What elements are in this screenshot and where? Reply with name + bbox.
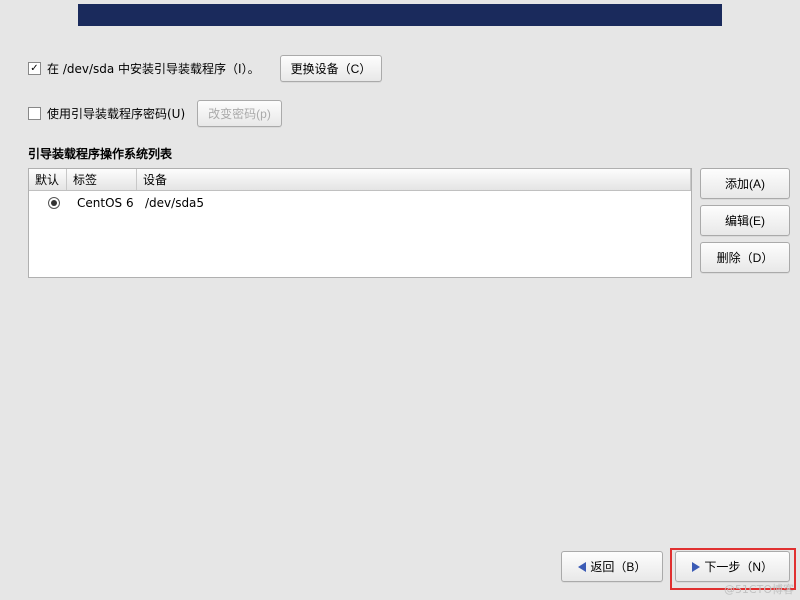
install-bootloader-checkbox[interactable] (28, 62, 41, 75)
content-area: 在 /dev/sda 中安装引导装载程序（I）。 更换设备（C） 使用引导装载程… (28, 55, 790, 278)
watermark: @51CTO博客 (724, 581, 794, 597)
install-bootloader-row: 在 /dev/sda 中安装引导装载程序（I）。 更换设备（C） (28, 55, 790, 82)
side-buttons: 添加(A) 编辑(E) 删除（D） (700, 168, 790, 278)
table-header: 默认 标签 设备 (29, 169, 691, 191)
footer-buttons: 返回（B） 下一步（N） (561, 551, 790, 582)
back-button[interactable]: 返回（B） (561, 551, 663, 582)
th-label[interactable]: 标签 (67, 169, 137, 190)
add-button[interactable]: 添加(A) (700, 168, 790, 199)
table-area: 默认 标签 设备 CentOS 6 /dev/sda5 添加(A) 编辑(E) … (28, 168, 790, 278)
header-bar (78, 4, 722, 26)
th-device[interactable]: 设备 (137, 169, 691, 190)
td-label: CentOS 6 (73, 196, 143, 210)
td-default[interactable] (35, 197, 73, 209)
change-device-button[interactable]: 更换设备（C） (280, 55, 383, 82)
change-password-button: 改变密码(p) (197, 100, 282, 127)
back-button-label: 返回（B） (590, 558, 646, 575)
bootloader-password-row: 使用引导装载程序密码(U) 改变密码(p) (28, 100, 790, 127)
os-table: 默认 标签 设备 CentOS 6 /dev/sda5 (28, 168, 692, 278)
next-button[interactable]: 下一步（N） (675, 551, 790, 582)
install-bootloader-label: 在 /dev/sda 中安装引导装载程序（I）。 (47, 60, 260, 77)
bootloader-password-label: 使用引导装载程序密码(U) (47, 105, 185, 122)
td-device: /dev/sda5 (143, 196, 685, 210)
default-radio[interactable] (48, 197, 60, 209)
arrow-left-icon (578, 562, 586, 572)
next-button-label: 下一步（N） (704, 558, 773, 575)
os-list-title: 引导装载程序操作系统列表 (28, 145, 790, 162)
th-default[interactable]: 默认 (29, 169, 67, 190)
bootloader-password-checkbox[interactable] (28, 107, 41, 120)
table-row[interactable]: CentOS 6 /dev/sda5 (29, 191, 691, 215)
arrow-right-icon (692, 562, 700, 572)
edit-button[interactable]: 编辑(E) (700, 205, 790, 236)
delete-button[interactable]: 删除（D） (700, 242, 790, 273)
